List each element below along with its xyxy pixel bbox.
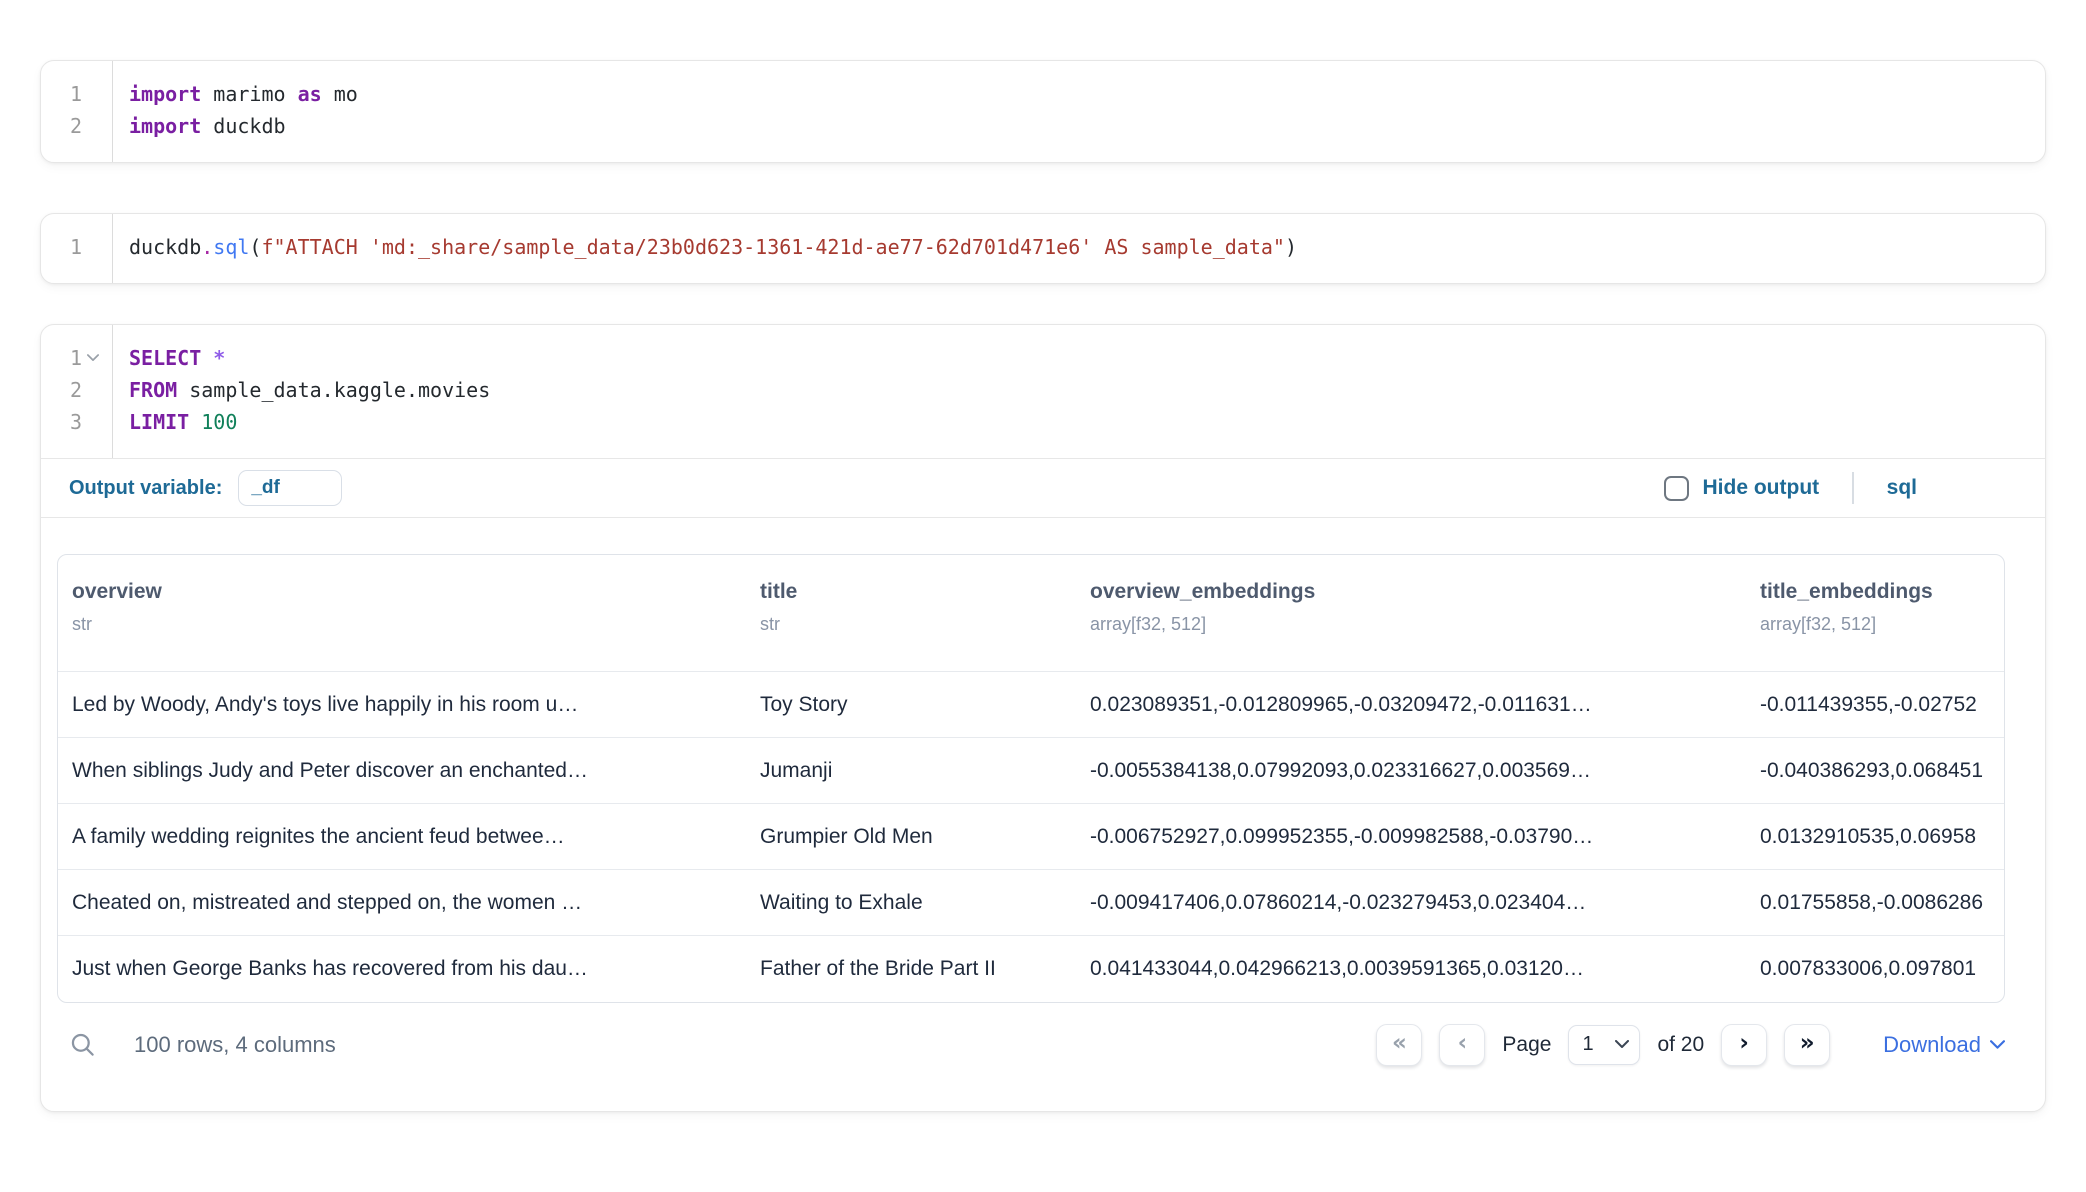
cell-title: Waiting to Exhale xyxy=(746,870,1076,936)
cell-title_embeddings: 0.007833006,0.097801 xyxy=(1746,936,2004,1002)
sql-cell-toolbar: Output variable: Hide output sql xyxy=(41,458,2045,518)
cell-overview: A family wedding reignites the ancient f… xyxy=(58,804,746,870)
previous-page-button[interactable]: ‹ xyxy=(1439,1024,1485,1066)
toolbar-right-group: Hide output sql xyxy=(1664,472,1917,504)
table-footer: 100 rows, 4 columns « ‹ Page 1 of 20 › » xyxy=(57,1015,2005,1075)
line-number: 1 xyxy=(41,231,104,263)
code-editor[interactable]: 12 import marimo as moimport duckdb xyxy=(41,61,2045,162)
table-row: Led by Woody, Andy's toys live happily i… xyxy=(58,672,2004,738)
cell-output-area: overview str title str overview_embeddingsar… xyxy=(41,518,2045,1075)
cell-title_embeddings: 0.0132910535,0.06958 xyxy=(1746,804,2004,870)
table-header-row: overview str title str overview_embeddingsar… xyxy=(58,555,2004,672)
cell-overview: Just when George Banks has recovered fro… xyxy=(58,936,746,1002)
code-line[interactable]: SELECT * xyxy=(129,342,2045,374)
column-name: title xyxy=(760,579,1062,605)
next-page-button[interactable]: › xyxy=(1721,1024,1767,1066)
column-type: array[f32, 512] xyxy=(1760,613,1990,635)
column-header-overview[interactable]: overview str xyxy=(58,555,746,672)
column-type: str xyxy=(760,613,1062,635)
line-number: 1 xyxy=(41,342,104,374)
first-page-button[interactable]: « xyxy=(1376,1024,1422,1066)
cell-title: Jumanji xyxy=(746,738,1076,804)
cell-title_embeddings: -0.040386293,0.068451 xyxy=(1746,738,2004,804)
line-number: 2 xyxy=(41,374,104,406)
hide-output-label[interactable]: Hide output xyxy=(1703,476,1820,500)
line-number: 2 xyxy=(41,110,104,142)
column-header-overview_embeddings[interactable]: overview_embeddings array[f32, 512] xyxy=(1076,555,1746,672)
line-number-gutter: 1 xyxy=(41,214,113,283)
page-label: Page xyxy=(1502,1033,1551,1057)
output-variable-label: Output variable: xyxy=(69,477,222,500)
cell-overview: When siblings Judy and Peter discover an… xyxy=(58,738,746,804)
sql-editor[interactable]: 123 SELECT *FROM sample_data.kaggle.movi… xyxy=(41,325,2045,458)
row-count-status: 100 rows, 4 columns xyxy=(134,1032,336,1058)
table-body: Led by Woody, Andy's toys live happily i… xyxy=(58,672,2004,1002)
page-total-label: of 20 xyxy=(1657,1033,1704,1057)
cell-overview_embeddings: -0.006752927,0.099952355,-0.009982588,-0… xyxy=(1076,804,1746,870)
output-variable-input[interactable] xyxy=(238,470,342,506)
code-line[interactable]: LIMIT 100 xyxy=(129,406,2045,438)
hide-output-checkbox[interactable] xyxy=(1664,476,1689,501)
line-number-gutter: 123 xyxy=(41,325,113,458)
table-row: Cheated on, mistreated and stepped on, t… xyxy=(58,870,2004,936)
column-name: overview xyxy=(72,579,732,605)
code-content[interactable]: import marimo as moimport duckdb xyxy=(113,61,2045,162)
column-name: overview_embeddings xyxy=(1090,579,1732,605)
code-cell-attach: 1 duckdb.sql(f"ATTACH 'md:_share/sample_… xyxy=(40,213,2046,284)
last-page-button[interactable]: » xyxy=(1784,1024,1830,1066)
column-header-title[interactable]: title str xyxy=(746,555,1076,672)
chevron-down-icon xyxy=(1615,1040,1629,1049)
cell-overview_embeddings: 0.041433044,0.042966213,0.0039591365,0.0… xyxy=(1076,936,1746,1002)
table-row: A family wedding reignites the ancient f… xyxy=(58,804,2004,870)
table-row: When siblings Judy and Peter discover an… xyxy=(58,738,2004,804)
cell-overview: Cheated on, mistreated and stepped on, t… xyxy=(58,870,746,936)
sql-cell: 123 SELECT *FROM sample_data.kaggle.movi… xyxy=(40,324,2046,1112)
search-icon[interactable] xyxy=(69,1031,96,1058)
code-line[interactable]: FROM sample_data.kaggle.movies xyxy=(129,374,2045,406)
code-content[interactable]: duckdb.sql(f"ATTACH 'md:_share/sample_da… xyxy=(113,214,2045,283)
pagination-controls: « ‹ Page 1 of 20 › » Download xyxy=(1376,1024,2005,1066)
dataframe-table-card: overview str title str overview_embeddingsar… xyxy=(57,554,2005,1003)
page-select[interactable]: 1 xyxy=(1568,1025,1640,1065)
line-number: 1 xyxy=(41,78,104,110)
column-type: array[f32, 512] xyxy=(1090,613,1732,635)
cell-overview_embeddings: -0.009417406,0.07860214,-0.023279453,0.0… xyxy=(1076,870,1746,936)
column-name: title_embeddings xyxy=(1760,579,1990,605)
page-select-value: 1 xyxy=(1582,1033,1593,1056)
line-number-gutter: 12 xyxy=(41,61,113,162)
code-editor[interactable]: 1 duckdb.sql(f"ATTACH 'md:_share/sample_… xyxy=(41,214,2045,283)
cell-overview_embeddings: 0.023089351,-0.012809965,-0.03209472,-0.… xyxy=(1076,672,1746,738)
code-line[interactable]: duckdb.sql(f"ATTACH 'md:_share/sample_da… xyxy=(129,231,2045,263)
code-line[interactable]: import duckdb xyxy=(129,110,2045,142)
cell-title_embeddings: 0.01755858,-0.0086286 xyxy=(1746,870,2004,936)
toolbar-divider xyxy=(1852,472,1854,504)
cell-title: Grumpier Old Men xyxy=(746,804,1076,870)
line-number: 3 xyxy=(41,406,104,438)
cell-overview_embeddings: -0.0055384138,0.07992093,0.023316627,0.0… xyxy=(1076,738,1746,804)
download-button[interactable]: Download xyxy=(1883,1032,2005,1058)
table-row: Just when George Banks has recovered fro… xyxy=(58,936,2004,1002)
language-badge[interactable]: sql xyxy=(1887,476,1917,500)
notebook-page: 12 import marimo as moimport duckdb 1 du… xyxy=(0,0,2086,1112)
cell-overview: Led by Woody, Andy's toys live happily i… xyxy=(58,672,746,738)
column-header-title_embeddings[interactable]: title_embeddings array[f32, 512] xyxy=(1746,555,2004,672)
dataframe-table: overview str title str overview_embeddingsar… xyxy=(58,555,2004,1002)
code-cell-imports: 12 import marimo as moimport duckdb xyxy=(40,60,2046,163)
cell-title_embeddings: -0.011439355,-0.02752 xyxy=(1746,672,2004,738)
download-label: Download xyxy=(1883,1032,1981,1058)
code-content[interactable]: SELECT *FROM sample_data.kaggle.moviesLI… xyxy=(113,325,2045,458)
chevron-down-icon xyxy=(1990,1040,2005,1050)
column-type: str xyxy=(72,613,732,635)
fold-chevron-icon[interactable] xyxy=(82,354,104,362)
code-line[interactable]: import marimo as mo xyxy=(129,78,2045,110)
cell-title: Father of the Bride Part II xyxy=(746,936,1076,1002)
cell-title: Toy Story xyxy=(746,672,1076,738)
